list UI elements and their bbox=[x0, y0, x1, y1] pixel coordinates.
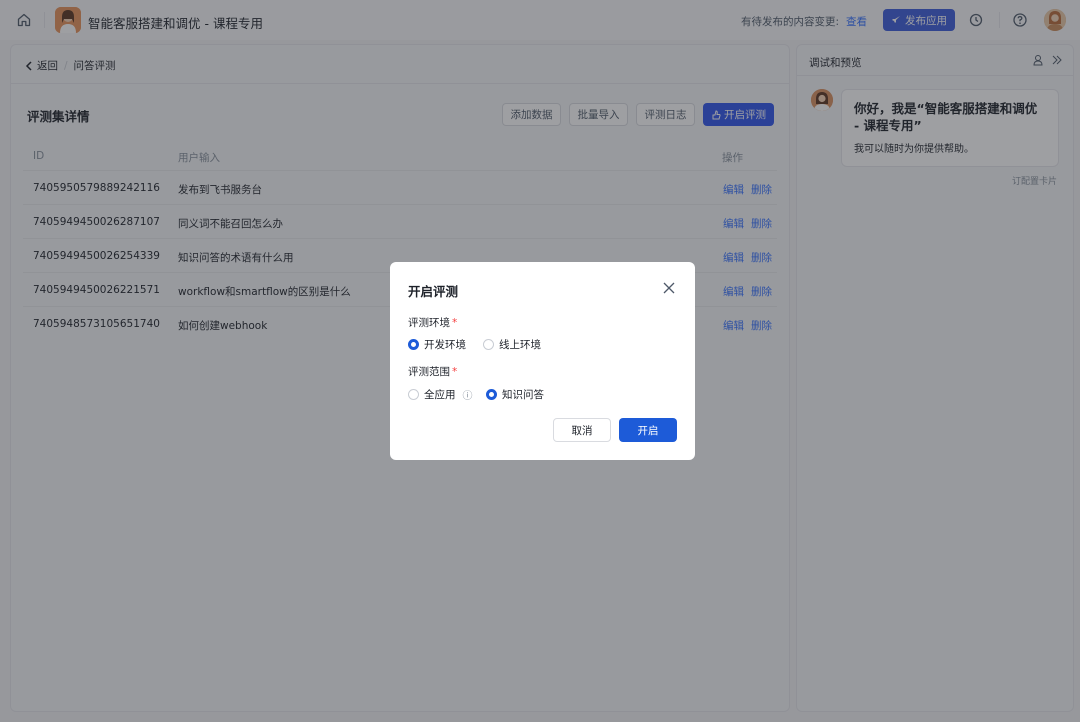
env-label-text: 评测环境 bbox=[408, 317, 450, 329]
required-mark: * bbox=[452, 317, 458, 329]
start-eval-modal: 开启评测 评测环境 * 开发环境 线上环境 评测范围 * 全应用 ⓘ 知识问答 取消… bbox=[390, 262, 695, 460]
radio-dot bbox=[408, 389, 419, 400]
info-icon[interactable]: ⓘ bbox=[463, 387, 473, 402]
scope-field-label: 评测范围 * bbox=[408, 364, 457, 379]
env-option-dev-label: 开发环境 bbox=[424, 339, 466, 351]
scope-label-text: 评测范围 bbox=[408, 366, 450, 378]
required-mark: * bbox=[452, 366, 458, 378]
modal-title: 开启评测 bbox=[408, 284, 459, 299]
radio-dot bbox=[483, 339, 494, 350]
env-radio-online[interactable]: 线上环境 bbox=[483, 337, 541, 352]
scope-radio-all[interactable]: 全应用 ⓘ bbox=[408, 387, 473, 402]
close-icon[interactable] bbox=[662, 281, 676, 295]
radio-dot-selected bbox=[486, 389, 497, 400]
scope-option-all-label: 全应用 bbox=[424, 389, 456, 401]
env-field-label: 评测环境 * bbox=[408, 315, 457, 330]
scope-radio-qa[interactable]: 知识问答 bbox=[486, 387, 544, 402]
env-radio-dev[interactable]: 开发环境 bbox=[408, 337, 466, 352]
radio-dot-selected bbox=[408, 339, 419, 350]
confirm-button[interactable]: 开启 bbox=[619, 418, 677, 442]
cancel-button[interactable]: 取消 bbox=[553, 418, 611, 442]
scope-option-qa-label: 知识问答 bbox=[502, 389, 544, 401]
env-option-online-label: 线上环境 bbox=[499, 339, 541, 351]
